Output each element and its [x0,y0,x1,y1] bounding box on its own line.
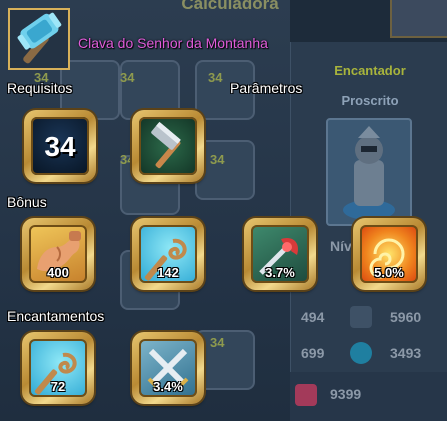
slot-level: 34 [210,152,225,167]
enchanter-subtitle: Proscrito [341,93,399,108]
bonus-value: 142 [157,265,179,280]
enchanter-title: Encantador [334,63,406,78]
weapon-type-slot[interactable] [132,110,204,182]
bonus-slot[interactable]: 400 [22,218,94,290]
section-requirements: Requisitos [7,80,73,96]
stat-value: 5960 [390,309,422,325]
bonus-value: 3.7% [265,265,295,280]
bonus-slot[interactable]: 142 [132,218,204,290]
level-label: Nív [330,238,352,254]
slot-level: 34 [208,70,223,85]
enchanter-portrait [326,118,412,226]
grid-slot[interactable] [195,140,255,200]
slot-level: 34 [120,70,135,85]
enchantment-value: 3.4% [153,379,183,394]
stat-value: 9399 [330,386,362,402]
section-enchantments: Encantamentos [7,308,105,324]
enchantment-slot[interactable]: 72 [22,332,94,404]
corner-tab[interactable] [390,0,447,38]
section-bonus: Bônus [7,194,47,210]
stat-value: 699 [301,345,325,361]
mana-orb-icon [350,342,372,364]
item-name: Clava do Senhor da Montanha [78,35,268,51]
bonus-value: 5.0% [374,265,404,280]
bonus-value: 400 [47,265,69,280]
required-level-value: 34 [44,131,76,162]
required-level-slot[interactable]: 34 [24,110,96,182]
section-parameters: Parâmetros [230,80,303,96]
hammer-icon [151,121,181,169]
enchantment-value: 72 [50,379,66,394]
enchantment-slot[interactable]: 3.4% [132,332,204,404]
mountain-mace-icon [8,8,70,70]
figure-icon [350,306,372,328]
grid-slot[interactable] [195,330,255,390]
health-cross-icon [295,384,317,406]
window-title: Calculadora [181,0,279,13]
stat-value: 494 [301,309,325,325]
stat-value: 3493 [390,345,422,361]
slot-level: 34 [210,335,225,350]
bonus-slot[interactable]: 3.7% [244,218,316,290]
bonus-slot[interactable]: 5.0% [353,218,425,290]
